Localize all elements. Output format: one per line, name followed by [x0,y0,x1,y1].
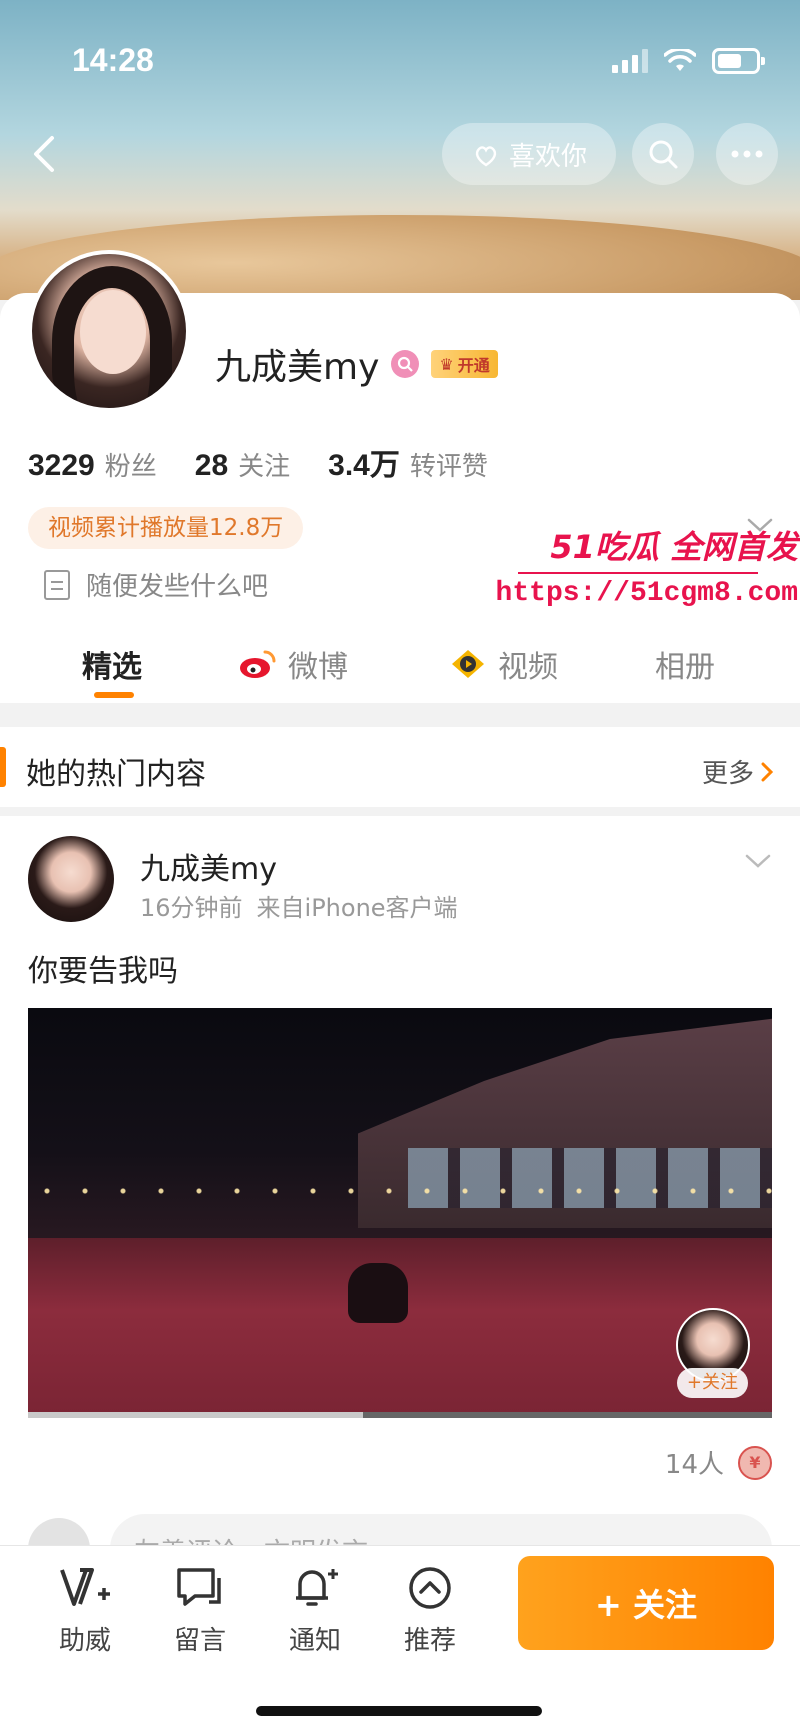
back-icon[interactable] [22,130,70,178]
toolbar-label: 留言 [173,1626,226,1656]
post-author-avatar[interactable] [28,836,114,922]
status-icons [612,48,765,74]
home-indicator [256,1706,542,1716]
bio-row[interactable]: 随便发些什么吧 [44,566,268,603]
signal-icon [612,49,648,73]
toolbar-label: 通知 [288,1626,341,1656]
stat-followers[interactable]: 3229 粉丝 [28,446,157,483]
video-progress-fill [28,1412,363,1418]
tab-weibo[interactable]: 微博 [238,642,348,686]
post-author-name[interactable]: 九成美my [140,844,277,888]
chevron-right-icon [761,762,774,781]
stat-engagement[interactable]: 3.4万 转评赞 [328,440,488,484]
tab-label: 相册 [655,650,715,685]
stat-following[interactable]: 28 关注 [195,446,290,483]
section-accent-bar [0,747,6,787]
search-icon [649,140,678,169]
message-button[interactable]: 留言 [155,1564,245,1657]
notify-button[interactable]: 通知 [270,1564,360,1657]
video-scene-ground [28,1238,772,1418]
video-scene-lights [28,1186,772,1196]
stat-value: 3229 [28,449,95,482]
watermark-rule [518,572,758,574]
recommend-icon [409,1567,451,1609]
document-icon [44,569,70,600]
wifi-icon [664,49,696,71]
like-coin-icon: ¥ [738,1445,772,1480]
message-icon [177,1568,221,1606]
stat-label: 转评赞 [409,452,488,482]
tab-label: 微博 [288,650,348,685]
video-scene-windows [408,1148,772,1208]
stat-label: 关注 [238,452,291,482]
like-you-label: 喜欢你 [508,141,587,172]
crown-icon: ♛ [439,354,454,374]
video-scene-figure [348,1263,408,1323]
more-icon [731,150,763,158]
more-label: 更多 [701,759,754,789]
status-time: 14:28 [72,42,154,78]
boost-button[interactable]: 助威 [40,1564,130,1657]
search-button[interactable] [632,123,694,185]
stat-value: 28 [194,449,229,482]
video-player[interactable]: +关注 [28,1008,772,1418]
vip-label: 开通 [457,356,490,375]
follow-button[interactable]: + 关注 [518,1556,774,1650]
profile-name-row: 九成美my ♛ 开通 [215,338,498,390]
more-link[interactable]: 更多 [702,753,774,790]
hot-content-title: 她的热门内容 [26,757,206,792]
hot-content-header: 她的热门内容 更多 [0,727,800,807]
battery-icon [712,48,765,74]
hand-heart-icon [475,146,497,167]
like-you-button[interactable]: 喜欢你 [442,123,616,185]
recommend-button[interactable]: 推荐 [385,1564,475,1657]
bio-text: 随便发些什么吧 [86,572,269,602]
vip-badge[interactable]: ♛ 开通 [431,350,498,378]
watermark-line1: 51吃瓜 全网首发 [550,528,798,566]
post-source: 来自iPhone客户端 [256,894,458,922]
likes-count: 14人 [664,1450,724,1480]
post-meta: 16分钟前 来自iPhone客户端 [140,888,458,923]
play-count-badge[interactable]: 视频累计播放量12.8万 [28,507,304,549]
avatar-face [80,290,146,374]
post-text: 你要告我吗 [28,954,178,989]
post-time: 16分钟前 [140,894,243,922]
toolbar-label: 推荐 [403,1626,456,1656]
likes-row[interactable]: 14人 ¥ [665,1444,772,1481]
bottom-toolbar: 助威 留言 通知 推荐 + 关注 [0,1545,800,1732]
post-card: 九成美my 16分钟前 来自iPhone客户端 你要告我吗 +关注 14人 ¥ … [0,816,800,1556]
tab-indicator [94,692,134,698]
profile-stats: 3229 粉丝 28 关注 3.4万 转评赞 [28,440,488,484]
toolbar-label: 助威 [58,1626,111,1656]
profile-avatar[interactable] [28,250,190,412]
stat-value: 3.4万 [328,449,400,482]
battery-fill [718,54,741,68]
watermark: 51吃瓜 全网首发 https://51cgm8.com [496,522,798,609]
tab-video[interactable]: 视频 [448,642,558,686]
chevron-down-icon[interactable] [744,852,772,870]
video-icon [452,650,484,678]
bell-icon [296,1569,338,1606]
tab-featured[interactable]: 精选 [82,642,142,686]
more-button[interactable] [716,123,778,185]
profile-name: 九成美my [215,347,380,388]
tab-label: 精选 [82,650,142,685]
watermark-url: https://51cgm8.com [495,578,798,609]
boost-icon [60,1568,110,1606]
weibo-icon [240,650,276,678]
status-bar: 14:28 [0,0,800,120]
verified-icon[interactable] [391,350,420,378]
stat-label: 粉丝 [104,452,157,482]
tab-album[interactable]: 相册 [655,642,715,686]
video-progress-bar[interactable] [28,1412,772,1418]
video-follow-button[interactable]: +关注 [676,1368,748,1398]
tab-label: 视频 [498,650,558,685]
